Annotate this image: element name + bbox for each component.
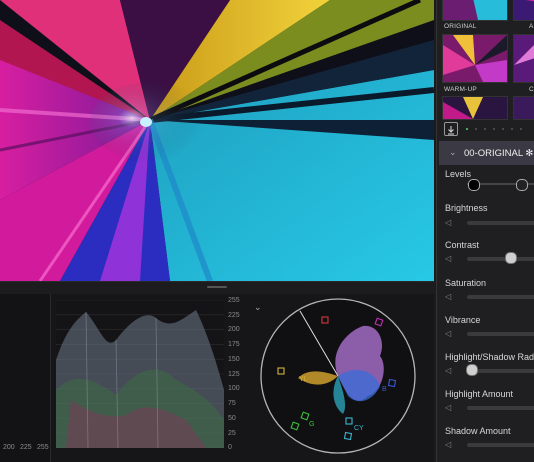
preset-pager	[437, 119, 534, 139]
highlight-shadow-radius-label: Highlight/Shadow Radius	[445, 352, 534, 362]
highlight-amount-label: Highlight Amount	[445, 389, 514, 399]
bottom-tick-225: 225	[20, 444, 32, 451]
preset-thumbnail-row3-a[interactable]	[442, 96, 508, 120]
photo-canvas	[0, 0, 434, 281]
waveform-tick-0: 0	[228, 444, 232, 451]
preset-header[interactable]: ⌄ 00-ORIGINAL ✻	[439, 141, 534, 165]
waveform-tick-100: 100	[228, 385, 240, 392]
contrast-slider-handle[interactable]	[505, 252, 517, 264]
waveform-tick-50: 50	[228, 415, 236, 422]
panel-resize-handle[interactable]	[0, 281, 434, 295]
pager-dot[interactable]	[493, 128, 495, 130]
vectorscope-label-b: B	[382, 386, 387, 393]
bottom-tick-255: 255	[37, 444, 49, 451]
vectorscope-label-yl: YL	[299, 376, 308, 383]
brightness-label: Brightness	[445, 203, 488, 213]
histogram-area	[0, 294, 51, 462]
waveform-tick-225: 225	[228, 312, 240, 319]
adjustments-sidebar: ORIGINAL AI WARM-UP CI ⌄ 00-ORIGINAL ✻ L…	[436, 0, 534, 462]
download-icon[interactable]	[444, 122, 458, 136]
vibrance-slider[interactable]	[467, 332, 534, 336]
waveform-tick-125: 125	[228, 371, 240, 378]
waveform-tick-200: 200	[228, 326, 240, 333]
pager-dot-active[interactable]	[466, 128, 468, 130]
pager-dot[interactable]	[520, 128, 522, 130]
highlight-amount-slider[interactable]	[467, 406, 534, 410]
vectorscope: YL G CY B	[258, 296, 418, 456]
preset-label-ci: CI	[529, 86, 534, 93]
vectorscope-label-g: G	[309, 421, 314, 428]
contrast-label: Contrast	[445, 240, 480, 250]
pager-dot[interactable]	[475, 128, 477, 130]
speaker-icon: ◁	[445, 403, 452, 412]
preset-thumbnail-ci[interactable]	[513, 34, 534, 83]
preset-label-ai: AI	[529, 23, 534, 30]
pager-dot[interactable]	[502, 128, 504, 130]
chevron-down-icon: ⌄	[449, 147, 457, 157]
speaker-icon: ◁	[445, 366, 452, 375]
shadow-amount-slider[interactable]	[467, 443, 534, 447]
speaker-icon: ◁	[445, 218, 452, 227]
bottom-tick-200: 200	[3, 444, 15, 451]
preset-title: 00-ORIGINAL ✻	[464, 148, 534, 159]
scopes-panel: 200 225 255 ⌄ 255 225 200 175 150 125 10…	[0, 294, 434, 462]
waveform-scope	[56, 299, 224, 449]
highlight-shadow-radius-handle[interactable]	[466, 364, 478, 376]
levels-black-point-handle[interactable]	[468, 179, 480, 191]
waveform-tick-150: 150	[228, 356, 240, 363]
preset-label-original: ORIGINAL	[444, 23, 477, 30]
waveform-tick-25: 25	[228, 430, 236, 437]
waveform-tick-175: 175	[228, 341, 240, 348]
preset-thumbnail-row3-b[interactable]	[513, 96, 534, 120]
grip-icon	[207, 286, 227, 288]
speaker-icon: ◁	[445, 292, 452, 301]
pager-dot[interactable]	[511, 128, 513, 130]
vectorscope-label-cy: CY	[354, 425, 364, 432]
pager-dot[interactable]	[484, 128, 486, 130]
brightness-slider[interactable]	[467, 221, 534, 225]
saturation-label: Saturation	[445, 278, 487, 288]
shadow-amount-label: Shadow Amount	[445, 426, 511, 436]
preset-thumbnail-warm-up[interactable]	[442, 34, 508, 83]
levels-label: Levels	[445, 169, 472, 179]
waveform-tick-75: 75	[228, 400, 236, 407]
preset-thumbnail-original[interactable]	[442, 0, 508, 21]
waveform-tick-255: 255	[228, 297, 240, 304]
vibrance-label: Vibrance	[445, 315, 481, 325]
speaker-icon: ◁	[445, 329, 452, 338]
speaker-icon: ◁	[445, 440, 452, 449]
speaker-icon: ◁	[445, 254, 452, 263]
contrast-slider[interactable]	[467, 257, 534, 261]
preset-thumbnail-ai[interactable]	[513, 0, 534, 21]
levels-gray-point-handle[interactable]	[516, 179, 528, 191]
saturation-slider[interactable]	[467, 295, 534, 299]
preset-label-warm-up: WARM-UP	[444, 86, 477, 93]
image-viewer[interactable]	[0, 0, 434, 281]
